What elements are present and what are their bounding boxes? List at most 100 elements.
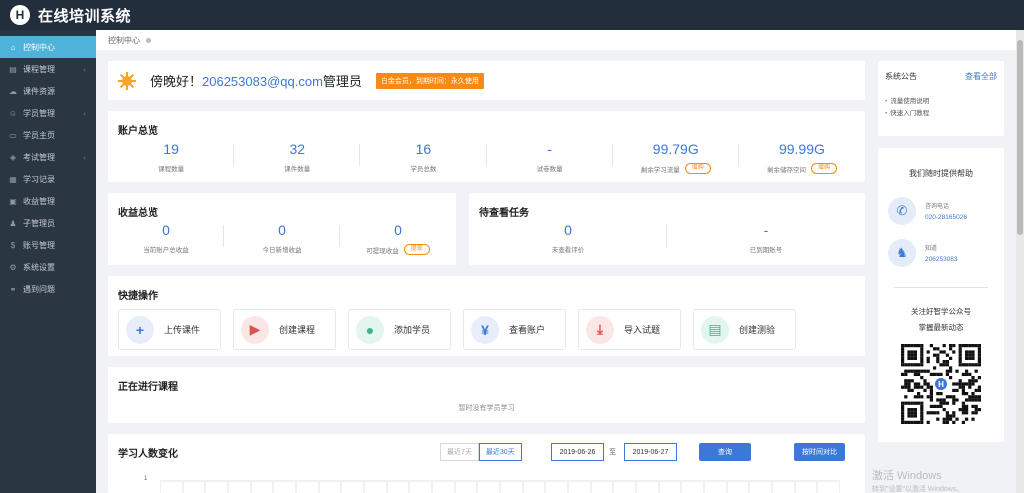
follow-line-1: 关注好智学公众号	[911, 307, 971, 316]
start-date-input[interactable]: 2019-06-26	[551, 443, 604, 461]
greeting-email: 206253083@qq.com	[202, 74, 323, 89]
watermark-line-1: 激活 Windows	[872, 470, 942, 482]
sidebar-item[interactable]: ♟ 子管理员	[0, 212, 96, 234]
range-7-days-button[interactable]: 最近7天	[440, 443, 479, 461]
stat-label: 课件数量	[284, 166, 311, 173]
sidebar-item[interactable]: ☁ 课件资源	[0, 80, 96, 102]
account-overview-title: 账户总览	[118, 126, 158, 137]
qq-number[interactable]: 206253083	[925, 256, 958, 263]
book-icon: ▤	[9, 64, 17, 74]
sidebar-item[interactable]: ▣ 收益管理	[0, 190, 96, 212]
stat-label: 学员总数	[410, 166, 437, 173]
stat-item: 0 未查看评价	[469, 222, 667, 260]
sidebar-item[interactable]: ⚙ 系统设置	[0, 256, 96, 278]
sidebar-item[interactable]: ⌂ 控制中心	[0, 36, 96, 58]
sidebar-item[interactable]: ☺ 学员管理 ‹	[0, 102, 96, 124]
stat-label: 课程数量	[158, 166, 185, 173]
phone-icon: ✆	[888, 197, 916, 225]
top-bar: H 在线培训系统	[0, 0, 1024, 30]
stat-value: 0	[162, 222, 170, 238]
quick-actions-row: + 上传课件 ▶ 创建课程 ● 添加学员 ¥ 查看账户 ⤓ 导入试题 ▤ 创建测验	[118, 309, 796, 350]
greeting-salutation: 傍晚好！	[150, 74, 203, 89]
stat-label-wrap: 剩余储存空间 增购	[767, 163, 837, 174]
quick-action-label: 创建测验	[739, 325, 776, 335]
income-overview-title: 收益总览	[118, 208, 158, 219]
sidebar: ⌂ 控制中心 ▤ 课程管理 ‹ ☁ 课件资源 ☺ 学员管理 ‹ ▭ 学员主页 ◈ 考试管理 ‹ ▦ 学习记录 ▣ 收…	[0, 30, 96, 493]
stat-label: 剩余储存空间	[766, 166, 806, 174]
stat-label-wrap: 课程数量	[158, 163, 184, 173]
breadcrumb-current[interactable]: 控制中心	[108, 35, 140, 46]
notice-item[interactable]: 快速入门教程	[885, 108, 997, 120]
stat-item: 32 课件数量	[234, 141, 361, 179]
gear-icon: ⚙	[9, 262, 17, 272]
learners-change-card: 学习人数变化 最近7天 最近30天 2019-06-26 至 2019-06-2…	[108, 434, 865, 493]
stat-value: -	[547, 141, 552, 157]
dollar-icon: $	[10, 240, 16, 250]
system-notice-title: 系统公告	[885, 72, 917, 81]
quick-action-label: 导入试题	[624, 325, 661, 335]
sun-icon	[118, 71, 136, 90]
query-button[interactable]: 查询	[699, 443, 751, 461]
date-to-label: 至	[609, 449, 616, 456]
stat-action-button[interactable]: 增购	[810, 163, 837, 174]
sidebar-item[interactable]: ◈ 考试管理 ‹	[0, 146, 96, 168]
chevron-left-icon: ‹	[83, 152, 86, 162]
stat-item: 99.99G 剩余储存空间 增购	[739, 141, 865, 179]
sidebar-item-label: 课件资源	[23, 86, 55, 96]
stat-value: 32	[289, 141, 306, 157]
notice-item[interactable]: 流量使用说明	[885, 96, 997, 108]
scrollbar-thumb[interactable]	[1017, 40, 1023, 235]
end-date-input[interactable]: 2019-06-27	[624, 443, 677, 461]
range-30-days-button[interactable]: 最近30天	[478, 443, 522, 461]
chevron-left-icon: ‹	[83, 64, 86, 74]
sidebar-item[interactable]: ▦ 学习记录	[0, 168, 96, 190]
quick-action-button[interactable]: ¥ 查看账户	[463, 309, 566, 350]
stat-label-wrap: 课件数量	[284, 163, 310, 173]
stat-value: 0	[278, 222, 286, 238]
quick-action-button[interactable]: ● 添加学员	[348, 309, 451, 350]
stat-action-button[interactable]: 增购	[684, 163, 711, 174]
view-all-link[interactable]: 查看全部	[965, 71, 997, 82]
account-stats: 19 课程数量 32 课件数量 16 学员总数 - 试卷数量 99.79G 剩余学习流量 增购 99.…	[108, 141, 865, 179]
sidebar-item[interactable]: ⚭ 遇到问题	[0, 278, 96, 300]
help-title: 我们随时提供帮助	[909, 169, 973, 178]
sidebar-item-label: 遇到问题	[23, 284, 55, 294]
record-icon: ▦	[9, 174, 17, 184]
sidebar-item[interactable]: $ 账号管理	[0, 234, 96, 256]
sidebar-item[interactable]: ▤ 课程管理 ‹	[0, 58, 96, 80]
sidebar-item[interactable]: ▭ 学员主页	[0, 124, 96, 146]
quick-action-button[interactable]: + 上传课件	[118, 309, 221, 350]
app-title: 在线培训系统	[38, 7, 132, 25]
stat-label: 试卷数量	[536, 166, 563, 173]
quick-action-button[interactable]: ⤓ 导入试题	[578, 309, 681, 350]
income-stats: 0 当前账户总收益 0 今日新增收益 0 可提现收益 提现	[108, 222, 456, 260]
stat-label-wrap: 学员总数	[410, 163, 436, 173]
doc-icon: ▤	[701, 315, 729, 344]
stat-action-button[interactable]: 提现	[403, 244, 430, 255]
greeting-text: 傍晚好！206253083@qq.com管理员	[150, 71, 362, 90]
stat-label: 未查看评价	[551, 247, 585, 254]
stat-label-wrap: 可提现收益 提现	[366, 244, 430, 255]
income-overview-card: 收益总览 0 当前账户总收益 0 今日新增收益 0 可提现收益 提现	[108, 193, 456, 265]
quick-action-button[interactable]: ▶ 创建课程	[233, 309, 336, 350]
chart-y-tick: 1	[144, 476, 148, 482]
stat-value: 0	[564, 222, 572, 238]
yen-icon: ¥	[471, 315, 499, 344]
stat-item: 0 当前账户总收益	[108, 222, 224, 260]
page-scrollbar[interactable]	[1016, 30, 1024, 493]
account-overview-card: 账户总览 19 课程数量 32 课件数量 16 学员总数 - 试卷数量 99.79G 剩余学习流量…	[108, 111, 865, 182]
user-icon: ●	[356, 315, 384, 344]
breadcrumb: 控制中心	[96, 30, 1016, 50]
quick-action-label: 查看账户	[509, 325, 546, 335]
qr-code-image: H	[901, 344, 981, 424]
compare-by-time-button[interactable]: 按时间对比	[794, 443, 845, 461]
cloud-icon: ☁	[9, 86, 17, 96]
qr-logo-letter: H	[938, 380, 944, 389]
stat-label: 今日新增收益	[262, 247, 302, 254]
quick-action-label: 上传课件	[164, 325, 201, 335]
greeting-role: 管理员	[322, 74, 362, 89]
phone-contact: ✆ 咨询电话 020-28165026	[878, 197, 1004, 225]
link-icon: ⚭	[9, 284, 17, 294]
phone-number[interactable]: 020-28165026	[925, 214, 967, 221]
quick-action-button[interactable]: ▤ 创建测验	[693, 309, 796, 350]
